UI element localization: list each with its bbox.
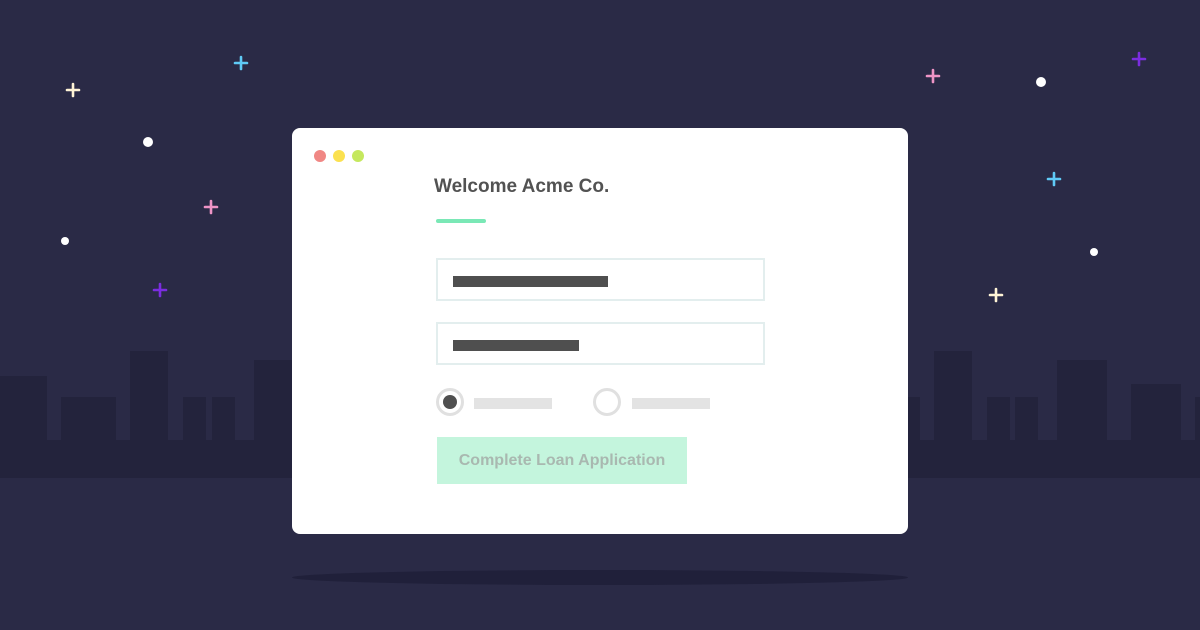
radio-option-2[interactable] — [593, 388, 621, 416]
radio-option-1[interactable] — [436, 388, 464, 416]
close-dot-icon[interactable] — [314, 150, 326, 162]
window-shadow — [292, 570, 908, 585]
dot-star-4 — [1090, 248, 1098, 256]
page-title: Welcome Acme Co. — [434, 176, 610, 197]
dot-star-2 — [61, 237, 69, 245]
maximize-dot-icon[interactable] — [352, 150, 364, 162]
radio-label-placeholder-2 — [632, 398, 710, 409]
field-value-placeholder — [453, 276, 608, 287]
app-window: Welcome Acme Co. Complete Loan Applicati… — [292, 128, 908, 534]
complete-loan-application-button[interactable]: Complete Loan Application — [437, 437, 687, 484]
title-accent-underline — [436, 219, 486, 223]
text-field-1[interactable] — [436, 258, 765, 301]
dot-star-1 — [143, 137, 153, 147]
radio-selected-indicator — [443, 395, 457, 409]
window-controls — [314, 150, 364, 162]
dot-star-3 — [1036, 77, 1046, 87]
minimize-dot-icon[interactable] — [333, 150, 345, 162]
scene: Welcome Acme Co. Complete Loan Applicati… — [0, 0, 1200, 630]
radio-label-placeholder-1 — [474, 398, 552, 409]
field-value-placeholder — [453, 340, 579, 351]
text-field-2[interactable] — [436, 322, 765, 365]
